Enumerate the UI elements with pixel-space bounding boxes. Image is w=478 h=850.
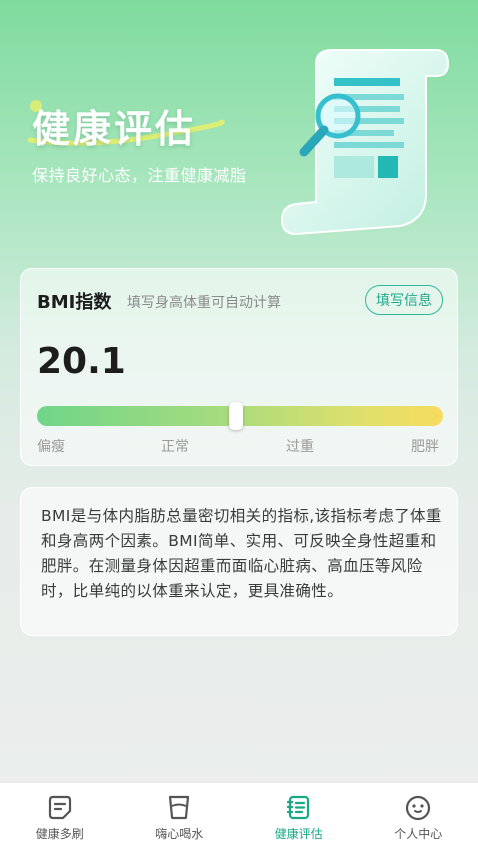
tab-label: 健康评估	[274, 827, 323, 841]
scale-label-normal: 正常	[161, 439, 189, 455]
bmi-hint: 填写身高体重可自动计算	[127, 295, 281, 311]
tab-personal-center[interactable]: 个人中心	[359, 783, 478, 850]
bmi-info-text: BMI是与体内脂肪总量密切相关的指标,该指标考虑了体重和身高两个因素。BMI简单…	[41, 507, 442, 600]
document-icon	[48, 795, 71, 820]
scale-label-underweight: 偏瘦	[37, 439, 65, 455]
clipboard-list-icon	[286, 795, 309, 820]
tab-health-assessment[interactable]: 健康评估	[239, 783, 359, 850]
page-title: 健康评估	[32, 107, 197, 151]
tab-label: 嗨心喝水	[155, 827, 204, 841]
bmi-card: BMI指数 填写身高体重可自动计算 填写信息 20.1 偏瘦 正常 过重 肥胖	[20, 268, 458, 466]
bmi-info-card: BMI是与体内脂肪总量密切相关的指标,该指标考虑了体重和身高两个因素。BMI简单…	[20, 487, 458, 636]
smiley-icon	[406, 795, 431, 821]
page-subtitle: 保持良好心态，注重健康减脂	[32, 166, 247, 185]
bottom-tab-bar: 健康多刷 嗨心喝水 健康评估 个人中心	[0, 782, 478, 850]
tab-label: 健康多刷	[35, 827, 84, 841]
tab-label: 个人中心	[394, 827, 443, 841]
bmi-indicator	[228, 402, 243, 430]
bmi-title: BMI指数	[37, 292, 112, 313]
tab-health-brush[interactable]: 健康多刷	[0, 783, 120, 850]
fill-info-button[interactable]: 填写信息	[365, 285, 443, 315]
scale-label-overweight: 过重	[286, 439, 314, 455]
scale-label-obese: 肥胖	[411, 439, 439, 455]
bmi-value: 20.1	[37, 341, 126, 382]
document-magnifier-illustration	[280, 49, 450, 236]
cup-icon	[169, 795, 190, 820]
tab-drink-water[interactable]: 嗨心喝水	[120, 783, 240, 850]
